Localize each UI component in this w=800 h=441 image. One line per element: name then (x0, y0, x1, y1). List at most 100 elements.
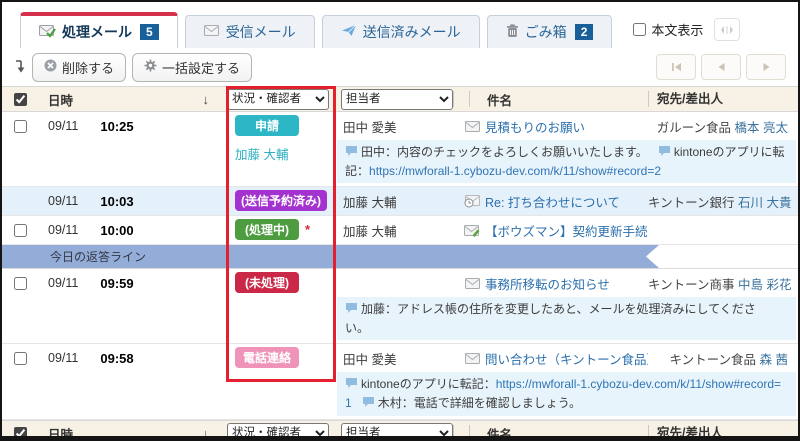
tab-label: 送信済みメール (363, 22, 461, 42)
comment-text: 加藤：アドレス帳の住所を変更したあと、メールを処理済みにしてください。 (345, 302, 756, 335)
delete-icon (44, 59, 57, 75)
mail-row: 09/11 09:59 (未処理) 事務所移転のお知らせ キントーン商事 中島 彩花加藤… (2, 269, 798, 344)
mail-date: 09/11 (48, 351, 78, 365)
recipient-company: キントーン銀行 (648, 196, 735, 210)
sort-desc-icon[interactable]: ↓ (203, 426, 210, 441)
row-checkbox[interactable] (14, 224, 27, 237)
previous-page-icon (716, 60, 727, 75)
assignee-filter-select[interactable]: 担当者 (341, 423, 453, 441)
mail-time: 10:00 (100, 223, 133, 238)
comment-bubble-icon (345, 144, 358, 162)
comment-bubble-icon (345, 376, 358, 394)
subject-link[interactable]: 問い合わせ（キントーン食品） (485, 353, 648, 367)
recipient-person-link[interactable]: 石川 大貴 (738, 196, 791, 210)
status-badge: (送信予約済み) (235, 190, 327, 211)
splitter-icon (720, 25, 734, 35)
row-checkbox[interactable] (14, 120, 27, 133)
previous-page-button[interactable] (701, 54, 741, 80)
tab-count-badge: 2 (575, 24, 594, 40)
subject-link[interactable]: 【ボウズマン】契約更新手続きのお願い (485, 225, 648, 239)
header-divider (453, 91, 469, 107)
tab-label: 受信メール (226, 22, 296, 42)
datetime-header: 日時 (48, 90, 73, 109)
bulk-setting-button[interactable]: 一括設定する (132, 53, 252, 82)
mail-time: 09:58 (100, 351, 133, 366)
recipient-header: 宛先/差出人 (648, 425, 798, 441)
subject-link[interactable]: Re: 打ち合わせについて (485, 196, 620, 210)
received-mail-icon (204, 24, 220, 40)
mail-date: 09/11 (48, 194, 78, 208)
recipient-cell: ガルーン食品 橋本 亮太 (648, 117, 798, 136)
header-divider (469, 91, 485, 107)
mail-icon (453, 352, 485, 364)
assignee-filter-select[interactable]: 担当者 (341, 89, 453, 110)
next-page-button[interactable] (746, 54, 786, 80)
comment-bubble-icon (658, 144, 671, 162)
mail-date: 09/11 (48, 119, 78, 133)
mail-time: 10:25 (100, 119, 133, 134)
pagination-top (656, 54, 790, 80)
sort-desc-icon[interactable]: ↓ (203, 92, 210, 107)
process-mail-icon (39, 24, 56, 41)
mail-app-window: 処理メール 5 受信メール 送信済みメール ごみ箱2 本文表示 削除する 一括設定する (0, 0, 800, 441)
first-page-button[interactable] (656, 54, 696, 80)
select-all-checkbox[interactable] (14, 427, 27, 440)
recipient-cell: キントーン商事 中島 彩花 (648, 274, 798, 293)
tab-bar: 処理メール 5 受信メール 送信済みメール ごみ箱2 本文表示 (2, 2, 798, 48)
recipient-person-link[interactable]: 中島 彩花 (738, 278, 791, 292)
assignee-name: 田中 愛美 (337, 117, 453, 136)
mail-row: 09/1110:25申請加藤 大輔田中 愛美見積もりのお願いガルーン食品 橋本 … (2, 112, 798, 187)
recipient-company: ガルーン食品 (657, 121, 731, 135)
mail-time: 09:59 (100, 276, 133, 291)
comment-block: 田中：内容のチェックをよろしくお願いいたします。kintoneのアプリに転記：h… (337, 140, 796, 183)
tab-sent-mail[interactable]: 送信済みメール (322, 15, 480, 48)
tab-process-mail[interactable]: 処理メール 5 (20, 12, 178, 48)
status-filter-select[interactable]: 状況・確認者 (227, 89, 329, 110)
comment-link[interactable]: https://mwforall-1.cybozu-dev.com/k/11/s… (369, 164, 661, 178)
table-header-top: 日時 ↓ 状況・確認者 担当者 件名 宛先/差出人 (2, 86, 798, 112)
next-page-icon (761, 60, 772, 75)
body-view-checkbox[interactable] (633, 23, 646, 36)
scheduled-mail-icon (453, 194, 485, 208)
gear-icon (144, 59, 157, 75)
first-page-icon (671, 60, 682, 75)
header-divider (469, 425, 485, 441)
row-checkbox[interactable] (14, 277, 27, 290)
subject-link[interactable]: 事務所移転のお知らせ (485, 278, 610, 292)
subject-link[interactable]: 見積もりのお願い (485, 121, 585, 135)
select-all-checkbox[interactable] (14, 93, 27, 106)
confirmer-link[interactable]: 加藤 大輔 (235, 144, 337, 163)
comment-bubble-icon (362, 395, 375, 413)
status-badge: (未処理) (235, 272, 299, 293)
status-filter-select[interactable]: 状況・確認者 (227, 423, 329, 441)
toolbar-top: 削除する 一括設定する (2, 48, 798, 86)
recipient-header: 宛先/差出人 (648, 91, 798, 107)
tab-count-badge: 5 (140, 24, 159, 40)
subject-header: 件名 (485, 90, 648, 109)
recipient-company: キントーン食品 (670, 353, 757, 367)
mail-date: 09/11 (48, 276, 78, 290)
comment-block: kintoneのアプリに転記：https://mwforall-1.cybozu… (337, 372, 796, 416)
comment-text: 木村：電話で詳細を確認しましょう。 (378, 396, 581, 410)
recipient-cell: キントーン食品 森 茜 (648, 349, 798, 368)
unread-asterisk: * (305, 222, 310, 237)
assignee-name: 加藤 大輔 (337, 192, 453, 211)
pane-toggle-button[interactable] (714, 18, 740, 41)
mail-list: 09/1110:25申請加藤 大輔田中 愛美見積もりのお願いガルーン食品 橋本 … (2, 112, 798, 420)
body-view-group: 本文表示 (633, 18, 740, 41)
delete-button[interactable]: 削除する (32, 53, 126, 82)
tab-list: 処理メール 5 受信メール 送信済みメール ごみ箱2 (20, 12, 619, 48)
mail-time: 10:03 (100, 194, 133, 209)
row-checkbox[interactable] (14, 352, 27, 365)
tab-label: 処理メール (62, 22, 132, 42)
status-badge: (処理中) (235, 219, 299, 240)
reply-deadline-banner: 今日の返答ライン (2, 245, 659, 268)
mail-row: 09/11 10:03 (送信予約済み) 加藤 大輔 Re: 打ち合わせについて キントー… (2, 187, 798, 216)
tab-received-mail[interactable]: 受信メール (185, 15, 315, 48)
scroll-to-bottom-icon[interactable] (10, 59, 28, 75)
bulk-setting-button-label: 一括設定する (162, 58, 240, 77)
recipient-person-link[interactable]: 森 茜 (760, 353, 788, 367)
recipient-person-link[interactable]: 橋本 亮太 (735, 121, 788, 135)
datetime-header: 日時 (48, 424, 73, 441)
tab-trash[interactable]: ごみ箱2 (487, 15, 613, 48)
